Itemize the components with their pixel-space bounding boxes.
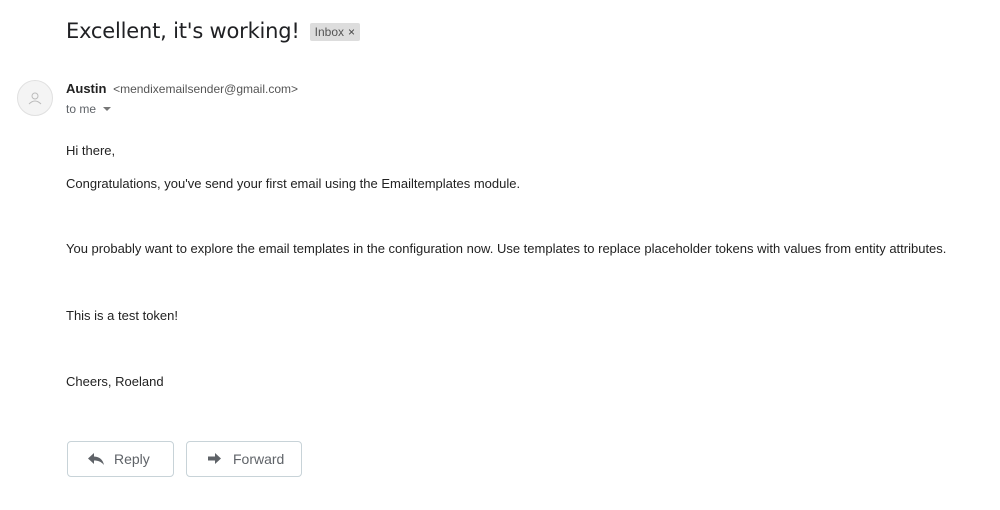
default-avatar-icon	[28, 92, 42, 105]
caret-down-icon[interactable]	[103, 107, 112, 111]
sender-email: <mendixemailsender@gmail.com>	[113, 82, 299, 96]
label-chip-text: Inbox	[314, 25, 345, 39]
recipient-text: to me	[66, 102, 97, 116]
email-body-line: You probably want to explore the email t…	[66, 241, 947, 256]
forward-arrow-icon	[206, 452, 224, 466]
email-subject: Excellent, it's working!	[66, 19, 300, 43]
email-body-line: Congratulations, you've send your first …	[66, 176, 521, 191]
email-body-line: This is a test token!	[66, 308, 178, 323]
sender-line: Austin <mendixemailsender@gmail.com>	[66, 81, 298, 96]
sender-name[interactable]: Austin	[66, 81, 106, 96]
recipient-line: to me	[66, 102, 112, 116]
inbox-label-chip[interactable]: Inbox ×	[309, 23, 361, 41]
remove-label-icon[interactable]: ×	[348, 25, 355, 39]
reply-button-label: Reply	[114, 451, 150, 467]
forward-button[interactable]: Forward	[186, 441, 302, 477]
email-signoff: Cheers, Roeland	[66, 374, 164, 389]
forward-button-label: Forward	[233, 451, 285, 467]
reply-button[interactable]: Reply	[67, 441, 174, 477]
sender-avatar[interactable]	[17, 80, 53, 116]
email-greeting: Hi there,	[66, 143, 116, 158]
email-subject-row: Excellent, it's working! Inbox ×	[66, 19, 361, 43]
reply-arrow-icon	[87, 452, 105, 466]
